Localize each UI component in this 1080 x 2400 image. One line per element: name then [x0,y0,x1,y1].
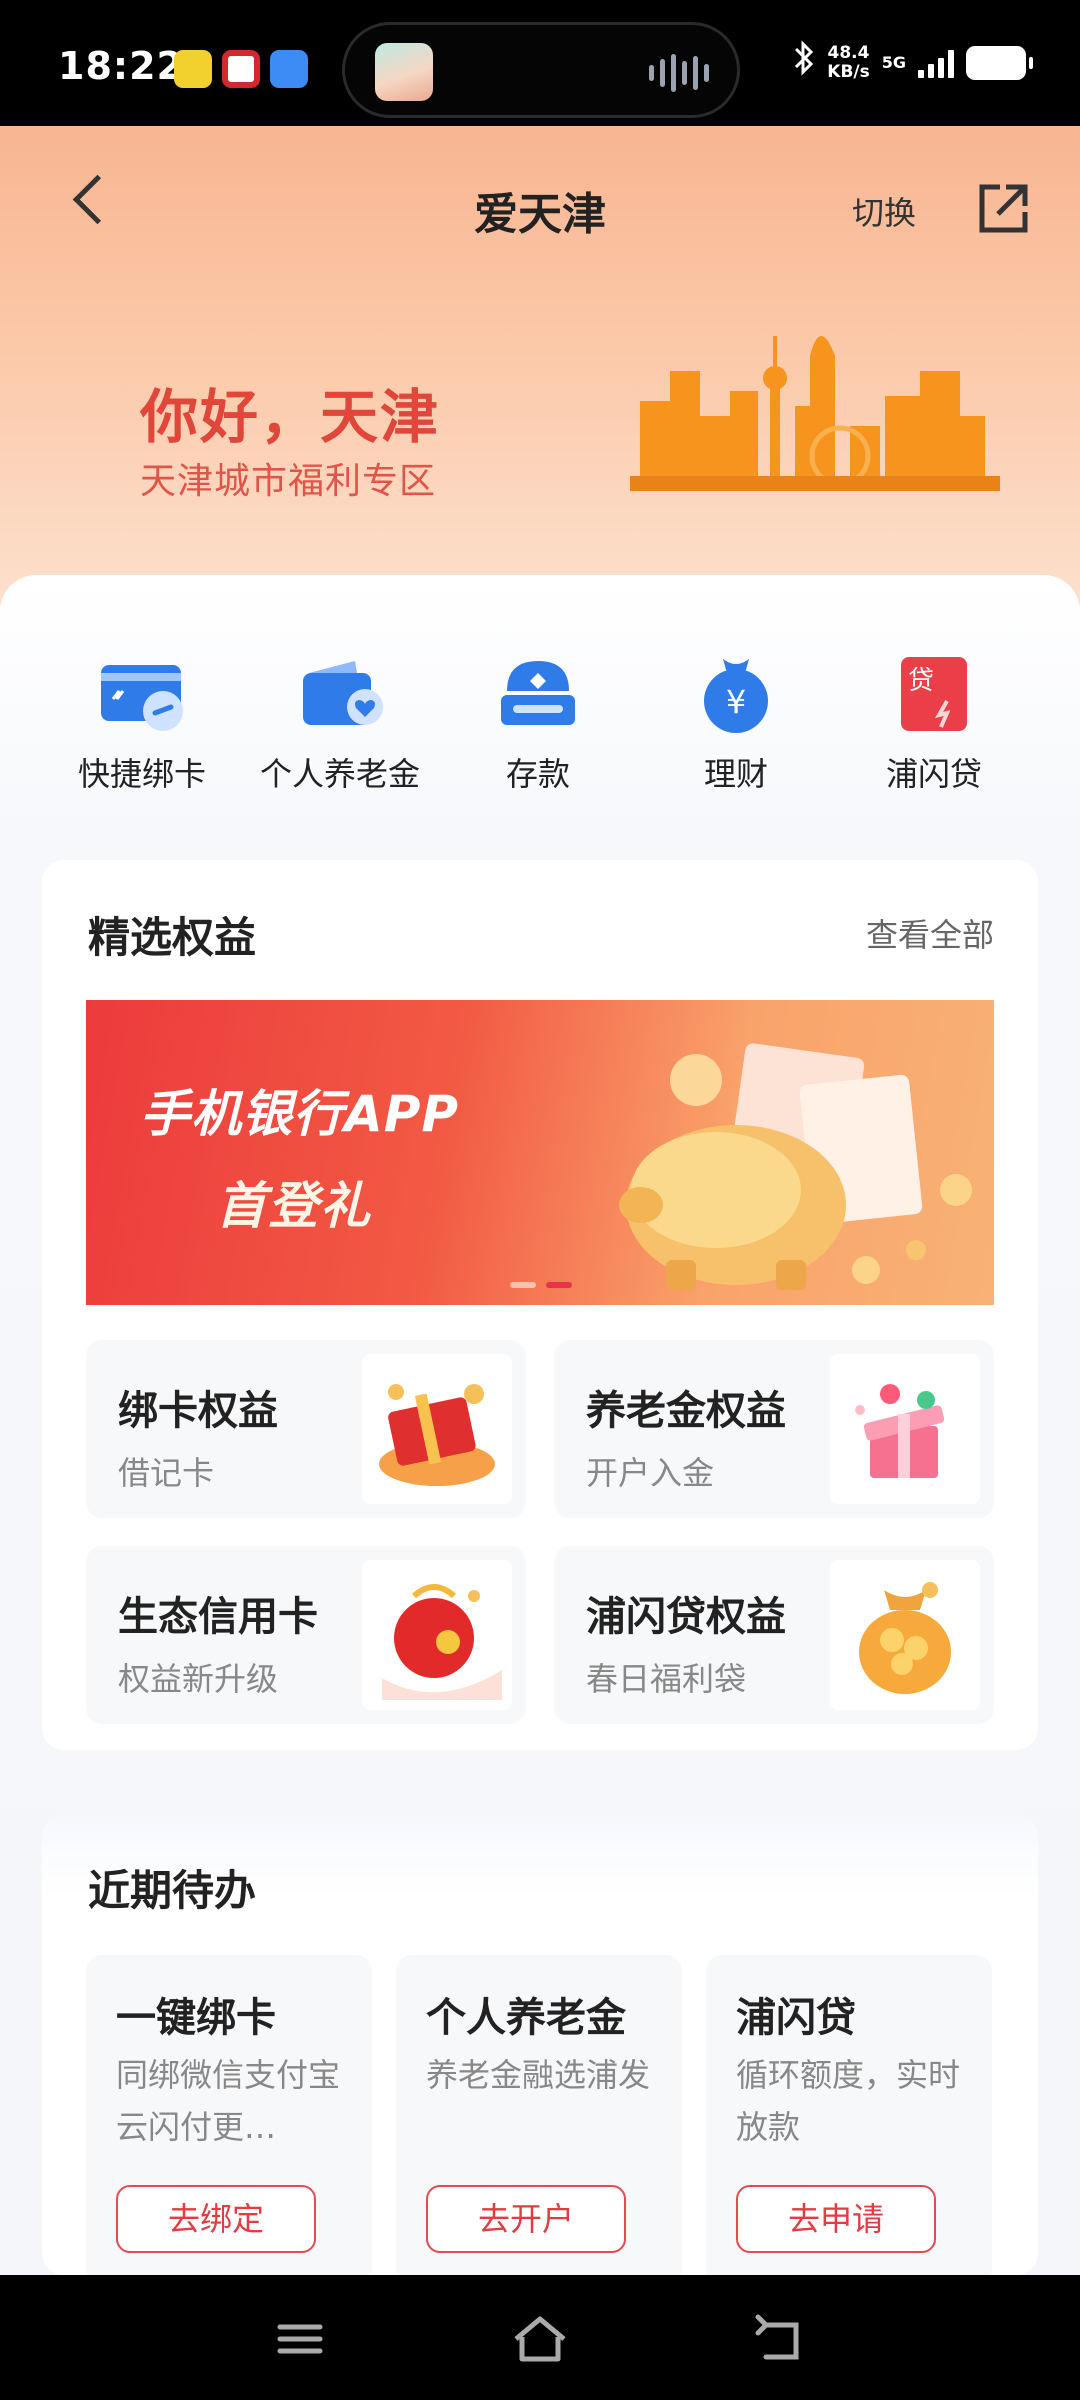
section-title: 近期待办 [88,1866,257,1915]
main-content: 快捷绑卡 个人养老金 存款 ¥ 理财 贷 浦闪贷 精选权益 查看全部 手机银行A… [0,575,1080,2285]
shortcut-wealth[interactable]: ¥ 理财 [637,655,835,795]
go-apply-button[interactable]: 去申请 [736,2185,936,2253]
shortcut-label: 快捷绑卡 [77,755,206,793]
todo-description: 养老金融选浦发 [426,2056,651,2094]
todo-card-pu-loan[interactable]: 浦闪贷 循环额度，实时放款 去申请 [706,1955,992,2285]
shortcut-deposit[interactable]: 存款 [439,655,637,795]
benefit-subtitle: 权益新升级 [118,1660,279,1698]
loan-icon: 贷 [889,655,979,735]
back-nav-icon[interactable] [752,2311,808,2367]
card-link-icon [97,655,187,735]
deposit-icon [493,655,583,735]
shortcut-grid: 快捷绑卡 个人养老金 存款 ¥ 理财 贷 浦闪贷 [0,655,1080,805]
switch-city-button[interactable]: 切换 [852,188,916,234]
shortcut-pu-loan[interactable]: 贷 浦闪贷 [835,655,1033,795]
view-all-link[interactable]: 查看全部 [866,910,994,956]
featured-benefits-panel: 精选权益 查看全部 手机银行APP 首登礼 绑卡权益 借记卡 养老金权益 开户入… [42,860,1038,1750]
carousel-indicator [510,1282,572,1288]
benefit-title: 绑卡权益 [118,1388,278,1434]
promo-banner[interactable]: 手机银行APP 首登礼 [86,1000,994,1305]
notification-app-icon [270,50,308,88]
todo-description: 同绑微信支付宝云闪付更… [116,2056,341,2146]
present-box-illustration [830,1354,980,1504]
battery-icon [966,45,1033,80]
speed-value: 48.4 [827,42,870,63]
shortcut-label: 理财 [703,755,768,793]
notification-app-icon [174,50,212,88]
notification-app-icon [222,50,260,88]
shortcut-label: 个人养老金 [259,755,420,793]
todo-card-pension[interactable]: 个人养老金 养老金融选浦发 去开户 [396,1955,682,2285]
red-pouch-illustration [362,1560,512,1710]
todo-description: 循环额度，实时放款 [736,2056,961,2146]
shortcut-quick-bind-card[interactable]: 快捷绑卡 [43,655,241,795]
system-navigation-bar [0,2275,1080,2400]
shortcut-label: 存款 [505,755,570,793]
benefit-card-pension[interactable]: 养老金权益 开户入金 [554,1340,994,1518]
benefit-subtitle: 春日福利袋 [586,1660,747,1698]
piggy-bank-illustration [619,1043,972,1290]
benefit-subtitle: 借记卡 [118,1454,215,1492]
carousel-dot [510,1282,536,1288]
network-type: 5G [881,53,906,72]
greeting-title: 你好，天津 [140,383,441,451]
todo-panel: 近期待办 一键绑卡 同绑微信支付宝云闪付更… 去绑定 个人养老金 养老金融选浦发… [42,1815,1038,2285]
status-indicators: 48.4 KB/s 5G [793,40,1033,85]
menu-icon[interactable] [272,2311,328,2367]
benefit-subtitle: 开户入金 [586,1454,715,1492]
home-icon[interactable] [510,2311,566,2367]
money-bag-icon: ¥ [691,655,781,735]
todo-title: 个人养老金 [426,1995,626,2041]
page-title: 爱天津 [474,189,606,240]
todo-title: 一键绑卡 [116,1995,276,2041]
avatar [375,43,433,101]
speed-unit: KB/s [827,61,870,82]
bluetooth-icon [793,40,815,85]
banner-headline: 手机银行APP [140,1085,459,1143]
notification-icons [174,50,308,88]
section-title: 精选权益 [88,913,257,962]
signal-icon [918,48,954,78]
loan-icon-text: 贷 [908,666,934,696]
banner-subheadline: 首登礼 [216,1177,372,1235]
todo-title: 浦闪贷 [736,1995,856,2041]
shortcut-personal-pension[interactable]: 个人养老金 [241,655,439,795]
city-skyline-illustration [630,336,1000,491]
go-open-account-button[interactable]: 去开户 [426,2185,626,2253]
benefit-title: 浦闪贷权益 [586,1594,786,1640]
status-bar: 18:22 48.4 KB/s 5G [0,0,1080,126]
status-time: 18:22 [58,44,184,88]
greeting-subtitle: 天津城市福利专区 [140,461,437,502]
audio-wave-icon [649,53,709,93]
benefit-card-bind-card[interactable]: 绑卡权益 借记卡 [86,1340,526,1518]
wallet-heart-icon [295,655,385,735]
network-speed: 48.4 KB/s [827,42,870,82]
benefit-title: 生态信用卡 [118,1594,318,1640]
benefit-card-credit-card[interactable]: 生态信用卡 权益新升级 [86,1546,526,1724]
dynamic-island[interactable] [342,22,740,118]
benefit-title: 养老金权益 [586,1388,786,1434]
shortcut-label: 浦闪贷 [885,755,982,793]
gift-box-illustration [362,1354,512,1504]
go-bind-button[interactable]: 去绑定 [116,2185,316,2253]
coin-bag-illustration [830,1560,980,1710]
todo-card-bind-card[interactable]: 一键绑卡 同绑微信支付宝云闪付更… 去绑定 [86,1955,372,2285]
header: 爱天津 切换 你好，天津 天津城市福利专区 [0,126,1080,626]
benefit-card-pu-loan[interactable]: 浦闪贷权益 春日福利袋 [554,1546,994,1724]
svg-text:¥: ¥ [726,683,746,721]
carousel-dot-active [546,1282,572,1288]
share-icon[interactable] [976,182,1030,236]
